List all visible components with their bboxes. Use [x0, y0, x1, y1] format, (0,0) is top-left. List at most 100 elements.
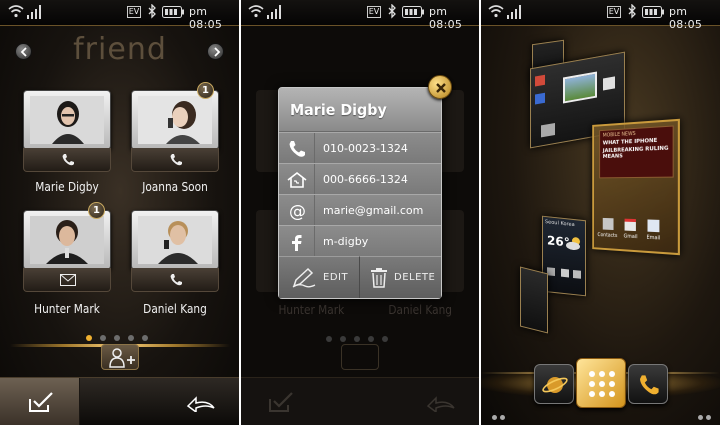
- panel-separator: [479, 0, 481, 425]
- add-person-icon: [109, 348, 135, 368]
- ev-indicator: EV: [367, 6, 381, 18]
- back-button[interactable]: [160, 378, 240, 425]
- detail-value: 010-0023-1324: [323, 142, 408, 155]
- detail-row-email[interactable]: @ marie@gmail.com: [279, 194, 441, 226]
- call-button[interactable]: [131, 148, 219, 172]
- contact-name: Joanna Soon: [142, 180, 208, 194]
- detail-row-facebook[interactable]: m-digby: [279, 225, 441, 257]
- camera-app-icon: [541, 122, 555, 138]
- next-page-button[interactable]: [207, 43, 224, 60]
- call-button[interactable]: [131, 268, 219, 292]
- bluetooth-icon: [388, 4, 396, 19]
- edit-pen-icon: [292, 267, 316, 288]
- dimmed-name: Hunter Mark: [278, 303, 345, 317]
- panel-separator: [239, 0, 241, 425]
- ev-indicator: EV: [607, 6, 621, 18]
- delete-label: DELETE: [394, 272, 436, 283]
- home-window-small[interactable]: [520, 266, 548, 334]
- dimmed-add-button: [341, 344, 379, 370]
- clock: pm 08:05: [429, 5, 463, 31]
- ev-indicator: EV: [127, 6, 141, 18]
- page-indicator-left: [492, 405, 513, 424]
- page-dot: [128, 335, 134, 341]
- contact-photo-frame: [131, 90, 219, 150]
- news-headline: WHAT THE IPHONE: [602, 137, 658, 147]
- call-button[interactable]: [23, 148, 111, 172]
- app-icon: [573, 269, 581, 279]
- app-icon: [535, 74, 545, 87]
- app-icon: [561, 268, 569, 278]
- facebook-icon: [292, 235, 302, 251]
- contact-card-hunter[interactable]: [23, 210, 111, 292]
- news-headline: JAILBREAKING RULING MEANS: [602, 145, 669, 160]
- bluetooth-icon: [148, 4, 156, 19]
- detail-value: 000-6666-1324: [323, 173, 408, 186]
- dimmed-name: Daniel Kang: [388, 303, 452, 317]
- detail-row-home[interactable]: 000-6666-1324: [279, 163, 441, 195]
- wifi-icon: [488, 5, 504, 18]
- detail-value: m-digby: [323, 235, 369, 248]
- chevron-right-icon: [214, 47, 221, 57]
- widget-home-screen: EV pm 08:05 MOBILE NEWS WHAT THE IPHONE …: [480, 0, 720, 425]
- detail-value: marie@gmail.com: [323, 204, 424, 217]
- news-widget-window[interactable]: MOBILE NEWS WHAT THE IPHONE JAILBREAKING…: [592, 118, 680, 256]
- contact-name: Hunter Mark: [34, 302, 100, 316]
- signal-icon: [27, 5, 41, 19]
- edit-button[interactable]: EDIT: [279, 256, 360, 298]
- contact-card-marie[interactable]: [23, 90, 111, 172]
- contact-name: Daniel Kang: [143, 302, 207, 316]
- app-menu-dock-button[interactable]: [576, 358, 626, 408]
- contact-detail-dialog: Marie Digby 010-0023-1324 000-6666-1324 …: [278, 87, 442, 299]
- wifi-icon: [248, 5, 264, 18]
- gallery-thumbnail: [563, 71, 597, 104]
- close-dialog-button[interactable]: [428, 75, 452, 99]
- contact-photo-frame: [131, 210, 219, 270]
- explorer-dock-button[interactable]: [534, 364, 574, 404]
- page-indicator-right: [698, 405, 719, 424]
- svg-text:@: @: [289, 202, 306, 221]
- delete-button[interactable]: DELETE: [360, 256, 441, 298]
- notification-badge: 1: [88, 202, 105, 219]
- planet-icon: [542, 377, 568, 393]
- phone-dock-button[interactable]: [628, 364, 668, 404]
- dialog-header: Marie Digby: [279, 88, 441, 132]
- app-label: Gmail: [623, 233, 638, 241]
- phone-icon: [640, 375, 659, 395]
- page-indicator: [86, 326, 156, 345]
- battery-icon: [642, 6, 664, 18]
- bottom-toolbar: [0, 377, 240, 425]
- app-icon: [535, 92, 545, 105]
- contact-card-joanna[interactable]: [131, 90, 219, 172]
- bluetooth-icon: [628, 4, 636, 19]
- dialog-actions: EDIT DELETE: [279, 256, 441, 298]
- contact-detail-screen: EV pm 08:05 Hunter Mark Daniel Kang Mari…: [240, 0, 480, 425]
- page-dot: [100, 335, 106, 341]
- page-title: friend: [73, 32, 167, 67]
- weather-window[interactable]: Seoul Korea 26°: [542, 215, 586, 297]
- status-bar: EV pm 08:05: [0, 0, 240, 31]
- news-widget: MOBILE NEWS WHAT THE IPHONE JAILBREAKING…: [599, 125, 674, 179]
- message-button[interactable]: [23, 268, 111, 292]
- friend-list-screen: EV pm 08:05 friend Marie Digby 1 Joanna …: [0, 0, 240, 425]
- contact-card-daniel[interactable]: [131, 210, 219, 292]
- envelope-icon: [60, 274, 76, 286]
- select-button[interactable]: [0, 378, 80, 425]
- dimmed-toolbar: [240, 377, 480, 425]
- weather-city: Seoul Korea: [545, 219, 575, 229]
- phone-icon: [62, 154, 74, 166]
- status-bar: EV pm 08:05: [480, 0, 720, 31]
- clock: pm 08:05: [669, 5, 703, 31]
- page-dot: [142, 335, 148, 341]
- news-header: MOBILE NEWS: [602, 130, 636, 139]
- add-friend-button[interactable]: [101, 344, 139, 370]
- gmail-app-icon: [624, 218, 636, 232]
- home-phone-icon: [287, 171, 307, 188]
- app-label: Contacts: [597, 232, 618, 240]
- signal-icon: [507, 5, 521, 19]
- app-label: Email: [646, 234, 661, 242]
- phone-icon: [170, 274, 182, 286]
- back-arrow-icon: [186, 396, 215, 412]
- detail-row-mobile[interactable]: 010-0023-1324: [279, 132, 441, 164]
- battery-icon: [402, 6, 424, 18]
- cloud-sun-icon: [566, 237, 580, 251]
